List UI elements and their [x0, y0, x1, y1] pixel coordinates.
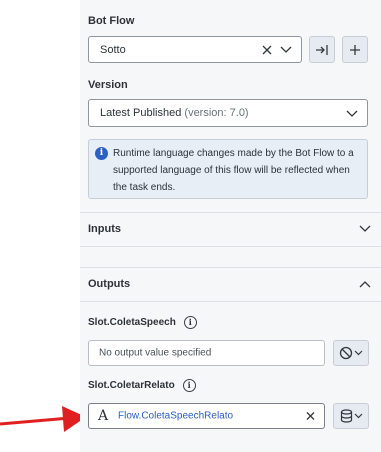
bot-flow-select[interactable]: Sotto: [88, 36, 302, 63]
string-variable-icon: A: [98, 408, 109, 424]
output-field[interactable]: A Flow.ColetaSpeechRelato: [88, 403, 325, 429]
chevron-down-icon: [354, 350, 363, 356]
open-flow-icon: [316, 44, 328, 55]
open-flow-button[interactable]: [309, 36, 335, 63]
help-icon[interactable]: i: [182, 379, 196, 392]
red-arrow-annotation: [0, 416, 71, 426]
bot-flow-value: Sotto: [100, 43, 126, 56]
help-icon[interactable]: i: [183, 316, 197, 329]
no-value-icon: [339, 346, 353, 360]
output-variable: Flow.ColetaSpeechRelato: [118, 410, 234, 422]
version-value: Latest Published: [100, 107, 182, 119]
output-mode-button[interactable]: [333, 403, 369, 429]
properties-panel: Bot Flow Sotto Version Latest Published …: [80, 0, 381, 452]
output-field[interactable]: No output value specified: [88, 340, 325, 366]
slot-label: Slot.ColetarRelato i: [88, 379, 196, 392]
info-icon: i: [95, 147, 108, 160]
version-detail: (version: 7.0): [184, 107, 249, 119]
slot-label: Slot.ColetaSpeech i: [88, 316, 197, 329]
inputs-title: Inputs: [88, 223, 121, 235]
clear-icon[interactable]: [306, 412, 315, 421]
info-text: Runtime language changes made by the Bot…: [113, 148, 354, 193]
outputs-title: Outputs: [88, 278, 131, 290]
clear-icon[interactable]: [262, 45, 272, 55]
slot-name: Slot.ColetaSpeech: [88, 317, 176, 328]
version-select[interactable]: Latest Published (version: 7.0): [88, 99, 368, 127]
chevron-up-icon: [359, 281, 371, 288]
info-message: i Runtime language changes made by the B…: [88, 139, 368, 199]
slot-name: Slot.ColetarRelato: [88, 380, 175, 391]
chevron-down-icon: [359, 225, 371, 232]
add-flow-button[interactable]: [342, 36, 368, 63]
divider: [80, 301, 381, 302]
output-placeholder: No output value specified: [99, 347, 212, 359]
chevron-down-icon: [354, 413, 362, 419]
chevron-down-icon[interactable]: [280, 46, 292, 54]
outputs-section-header[interactable]: Outputs: [80, 267, 381, 301]
chevron-down-icon[interactable]: [346, 110, 358, 118]
divider: [80, 246, 381, 247]
left-margin: [0, 0, 80, 452]
output-mode-button[interactable]: [333, 340, 369, 366]
inputs-section-header[interactable]: Inputs: [80, 212, 381, 246]
bot-flow-label: Bot Flow: [88, 15, 135, 27]
plus-icon: [350, 44, 360, 55]
database-icon: [340, 409, 352, 423]
version-label: Version: [88, 79, 128, 91]
